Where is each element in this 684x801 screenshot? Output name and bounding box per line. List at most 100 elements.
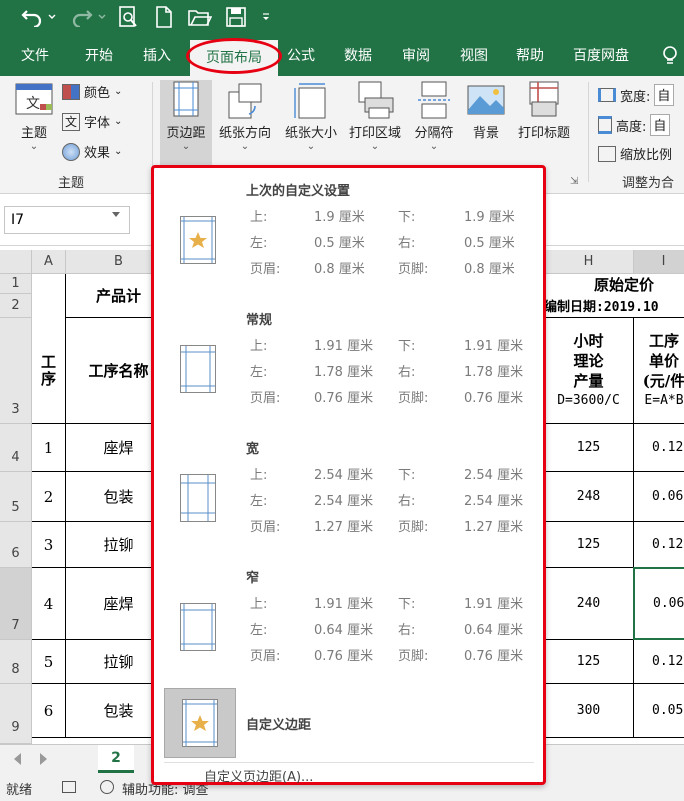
row-header-4[interactable]: 4: [0, 424, 32, 472]
page-setup-dialog-launcher-icon[interactable]: ⇲: [570, 176, 578, 187]
lightbulb-icon[interactable]: [656, 36, 684, 76]
table-cell-output[interactable]: 240: [544, 568, 634, 640]
custom-margins-item[interactable]: 自定义边距: [154, 686, 543, 760]
table-cell-no[interactable]: 5: [32, 640, 66, 684]
table-cell-no[interactable]: 1: [32, 424, 66, 472]
tab-help[interactable]: 帮助: [504, 36, 556, 76]
undo-dropdown-icon[interactable]: [46, 4, 58, 30]
right-value: 0.5 厘米: [464, 236, 515, 251]
print-preview-icon[interactable]: [114, 4, 142, 30]
colors-button[interactable]: 颜色 ⌄: [62, 82, 122, 101]
margin-preset-normal[interactable]: 常规 上: 1.91 厘米 下: 1.91 厘米 左: 1.78 厘米 右: 1…: [154, 301, 543, 429]
table-cell-price[interactable]: 0.06: [634, 472, 684, 522]
undo-icon[interactable]: [18, 4, 46, 30]
table-cell-price[interactable]: 0.12: [634, 424, 684, 472]
print-titles-button[interactable]: 打印标题: [512, 80, 576, 141]
open-folder-icon[interactable]: [186, 4, 214, 30]
row-header-6[interactable]: 6: [0, 522, 32, 568]
height-setting[interactable]: 高度: 自: [598, 114, 671, 136]
row-header-9[interactable]: 9: [0, 684, 32, 744]
tab-page-layout[interactable]: 页面布局: [190, 40, 278, 76]
height-select[interactable]: 自: [650, 114, 671, 136]
row-header-1[interactable]: 1: [0, 274, 32, 294]
row-header-5[interactable]: 5: [0, 472, 32, 522]
table-cell-output[interactable]: 125: [544, 424, 634, 472]
table-cell-output[interactable]: 248: [544, 472, 634, 522]
fonts-button[interactable]: 文 字体 ⌄: [62, 112, 122, 131]
tab-review[interactable]: 审阅: [390, 36, 442, 76]
name-box[interactable]: I7: [4, 206, 130, 234]
print-area-button[interactable]: 打印区域 ⌄: [344, 80, 406, 152]
original-price-header[interactable]: 原始定价: [544, 274, 684, 294]
redo-icon[interactable]: [68, 4, 96, 30]
size-button[interactable]: 纸张大小 ⌄: [280, 80, 342, 152]
header-hourly-output[interactable]: 小时 理论 产量 D=3600/C: [544, 318, 634, 424]
table-cell-price[interactable]: 0.12: [634, 640, 684, 684]
table-cell-no[interactable]: 4: [32, 568, 66, 640]
table-cell-no[interactable]: 6: [32, 684, 66, 738]
ribbon-tabs: 文件 开始 插入 页面布局 公式 数据 审阅 视图 帮助 百度网盘: [0, 36, 684, 76]
table-cell-output[interactable]: 300: [544, 684, 634, 738]
new-file-icon[interactable]: [150, 4, 178, 30]
sheet-tab[interactable]: 2: [98, 745, 134, 773]
orientation-button[interactable]: 纸张方向 ⌄: [214, 80, 276, 152]
column-header-h[interactable]: H: [544, 250, 634, 274]
row-header-8[interactable]: 8: [0, 640, 32, 684]
macro-record-icon[interactable]: [62, 781, 76, 793]
width-select[interactable]: 自: [654, 84, 675, 106]
tab-data[interactable]: 数据: [332, 36, 384, 76]
margin-preset-narrow[interactable]: 窄 上: 1.91 厘米 下: 1.91 厘米 左: 0.64 厘米 右: 0.…: [154, 559, 543, 687]
background-button[interactable]: 背景: [464, 80, 508, 141]
margins-button[interactable]: 页边距 ⌄: [160, 80, 212, 170]
custom-margins-link[interactable]: 自定义页边距(A)...: [204, 766, 313, 785]
header-label: 页眉:: [250, 649, 281, 664]
table-cell-price[interactable]: 0.05: [634, 684, 684, 738]
margin-preset-last-custom[interactable]: 上次的自定义设置 上: 1.9 厘米 下: 1.9 厘米 左: 0.5 厘米 右…: [154, 172, 543, 300]
table-cell-no[interactable]: 2: [32, 472, 66, 522]
row-header-7[interactable]: 7: [0, 568, 32, 640]
column-header-i[interactable]: I: [634, 250, 684, 274]
top-value: 1.9 厘米: [314, 210, 365, 225]
breaks-button[interactable]: 分隔符 ⌄: [410, 80, 458, 152]
row-header-2[interactable]: 2: [0, 294, 32, 318]
tab-home[interactable]: 开始: [72, 36, 126, 76]
right-label: 右:: [398, 365, 416, 380]
name-box-dropdown-icon[interactable]: [112, 212, 120, 217]
tab-formulas[interactable]: 公式: [278, 36, 324, 76]
table-cell-price[interactable]: 0.12: [634, 522, 684, 568]
row-header-3[interactable]: 3: [0, 318, 32, 424]
effects-button[interactable]: 效果 ⌄: [62, 142, 122, 161]
redo-dropdown-icon[interactable]: [96, 4, 108, 30]
table-cell-output[interactable]: 125: [544, 640, 634, 684]
tab-view[interactable]: 视图: [448, 36, 500, 76]
scroll-sheets-left-icon[interactable]: [14, 753, 21, 765]
print-titles-icon: [524, 80, 564, 120]
tab-baidu-netdisk[interactable]: 百度网盘: [564, 36, 638, 76]
tab-insert[interactable]: 插入: [130, 36, 184, 76]
fonts-icon: 文: [62, 112, 80, 131]
width-setting[interactable]: 宽度: 自: [598, 84, 675, 106]
header-unit-price[interactable]: 工序 单价 (元/件 E=A*B: [634, 318, 684, 424]
scale-setting[interactable]: 缩放比例: [598, 144, 672, 163]
themes-button[interactable]: 文 主题 ⌄: [8, 80, 60, 152]
header-proc-no[interactable]: 工序: [32, 318, 66, 424]
status-ready: 就绪: [6, 783, 33, 798]
select-all-corner[interactable]: [0, 250, 32, 274]
tab-file[interactable]: 文件: [8, 36, 62, 76]
table-cell-no[interactable]: 3: [32, 522, 66, 568]
svg-text:文: 文: [26, 96, 40, 112]
margin-preset-wide[interactable]: 宽 上: 2.54 厘米 下: 2.54 厘米 左: 2.54 厘米 右: 2.…: [154, 430, 543, 558]
output-label: 产量: [573, 371, 604, 390]
scroll-sheets-right-icon[interactable]: [40, 753, 47, 765]
column-header-a[interactable]: A: [32, 250, 66, 274]
table-cell-output[interactable]: 125: [544, 522, 634, 568]
hourly-label: 小时: [573, 331, 604, 350]
cell-a1[interactable]: [32, 274, 66, 318]
effects-icon: [62, 142, 80, 161]
accessibility-icon[interactable]: [100, 780, 114, 794]
customize-toolbar-icon[interactable]: [258, 4, 274, 30]
save-icon[interactable]: [222, 4, 250, 30]
unit-price-label-3: (元/件: [642, 371, 684, 390]
selected-cell-i7[interactable]: 0.06: [633, 567, 684, 640]
compile-date[interactable]: 编制日期:2019.10: [544, 294, 684, 318]
